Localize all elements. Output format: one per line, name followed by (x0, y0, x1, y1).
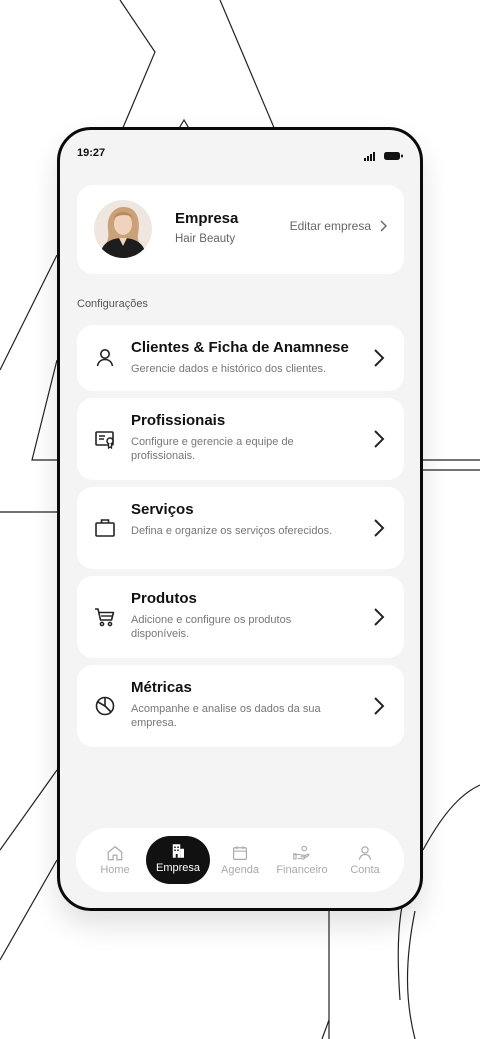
chevron-right-icon (374, 430, 385, 448)
menu-title: Clientes & Ficha de Anamnese (131, 339, 349, 356)
chevron-right-icon (374, 608, 385, 626)
menu-description: Acompanhe e analise os dados da sua empr… (131, 703, 321, 729)
nav-financeiro[interactable]: Financeiro (270, 828, 334, 892)
status-bar: 19:27 (60, 130, 420, 176)
company-card[interactable]: Empresa Hair Beauty Editar empresa (77, 185, 404, 274)
battery-icon (384, 152, 403, 160)
company-subtitle: Hair Beauty (175, 233, 236, 245)
menu-description: Gerencie dados e histórico dos clientes. (131, 363, 327, 375)
menu-description: Adicione e configure os produtos disponí… (131, 614, 292, 640)
signal-icon (364, 152, 375, 161)
menu-description: Defina e organize os serviços oferecidos… (131, 525, 333, 537)
menu-title: Profissionais (131, 412, 226, 429)
user-icon (96, 349, 114, 367)
phone-frame: 19:27 Empresa Hair Beauty Editar empresa… (57, 127, 423, 911)
bottom-nav: Home Empresa Agenda Financeiro Conta (76, 828, 404, 892)
company-avatar (94, 200, 152, 258)
chevron-right-icon (374, 697, 385, 715)
chevron-right-icon (374, 519, 385, 537)
nav-label: Home (100, 864, 130, 876)
chevron-right-icon (380, 220, 387, 232)
menu-item-servicos[interactable]: Serviços Defina e organize os serviços o… (77, 487, 404, 569)
menu-description: Configure e gerencie a equipe de profiss… (131, 436, 294, 462)
cart-icon (95, 608, 115, 627)
id-badge-icon (95, 431, 114, 450)
nav-agenda[interactable]: Agenda (208, 828, 272, 892)
menu-item-produtos[interactable]: Produtos Adicione e configure os produto… (77, 576, 404, 658)
edit-company-label: Editar empresa (289, 219, 371, 233)
building-icon (172, 844, 184, 858)
menu-title: Métricas (131, 679, 192, 696)
nav-conta[interactable]: Conta (333, 828, 397, 892)
home-icon (107, 846, 123, 861)
menu-title: Produtos (131, 590, 197, 607)
nav-label: Empresa (155, 862, 201, 874)
hand-money-icon (293, 845, 310, 860)
menu-item-profissionais[interactable]: Profissionais Configure e gerencie a equ… (77, 398, 404, 480)
nav-home[interactable]: Home (83, 828, 147, 892)
status-time: 19:27 (77, 147, 106, 159)
section-label: Configurações (77, 298, 148, 310)
nav-empresa[interactable]: Empresa (146, 836, 210, 884)
briefcase-icon (95, 519, 115, 537)
edit-company-link[interactable]: Editar empresa (290, 219, 387, 233)
chevron-right-icon (374, 349, 385, 367)
status-icons (364, 148, 404, 166)
calendar-icon (233, 846, 247, 860)
nav-label: Agenda (221, 864, 259, 876)
nav-label: Conta (350, 864, 380, 876)
menu-item-clientes[interactable]: Clientes & Ficha de Anamnese Gerencie da… (77, 325, 404, 391)
pie-chart-icon (95, 696, 115, 716)
account-icon (358, 846, 372, 860)
company-name: Empresa (175, 210, 239, 227)
menu-title: Serviços (131, 501, 194, 518)
nav-label: Financeiro (276, 864, 328, 876)
menu-item-metricas[interactable]: Métricas Acompanhe e analise os dados da… (77, 665, 404, 747)
